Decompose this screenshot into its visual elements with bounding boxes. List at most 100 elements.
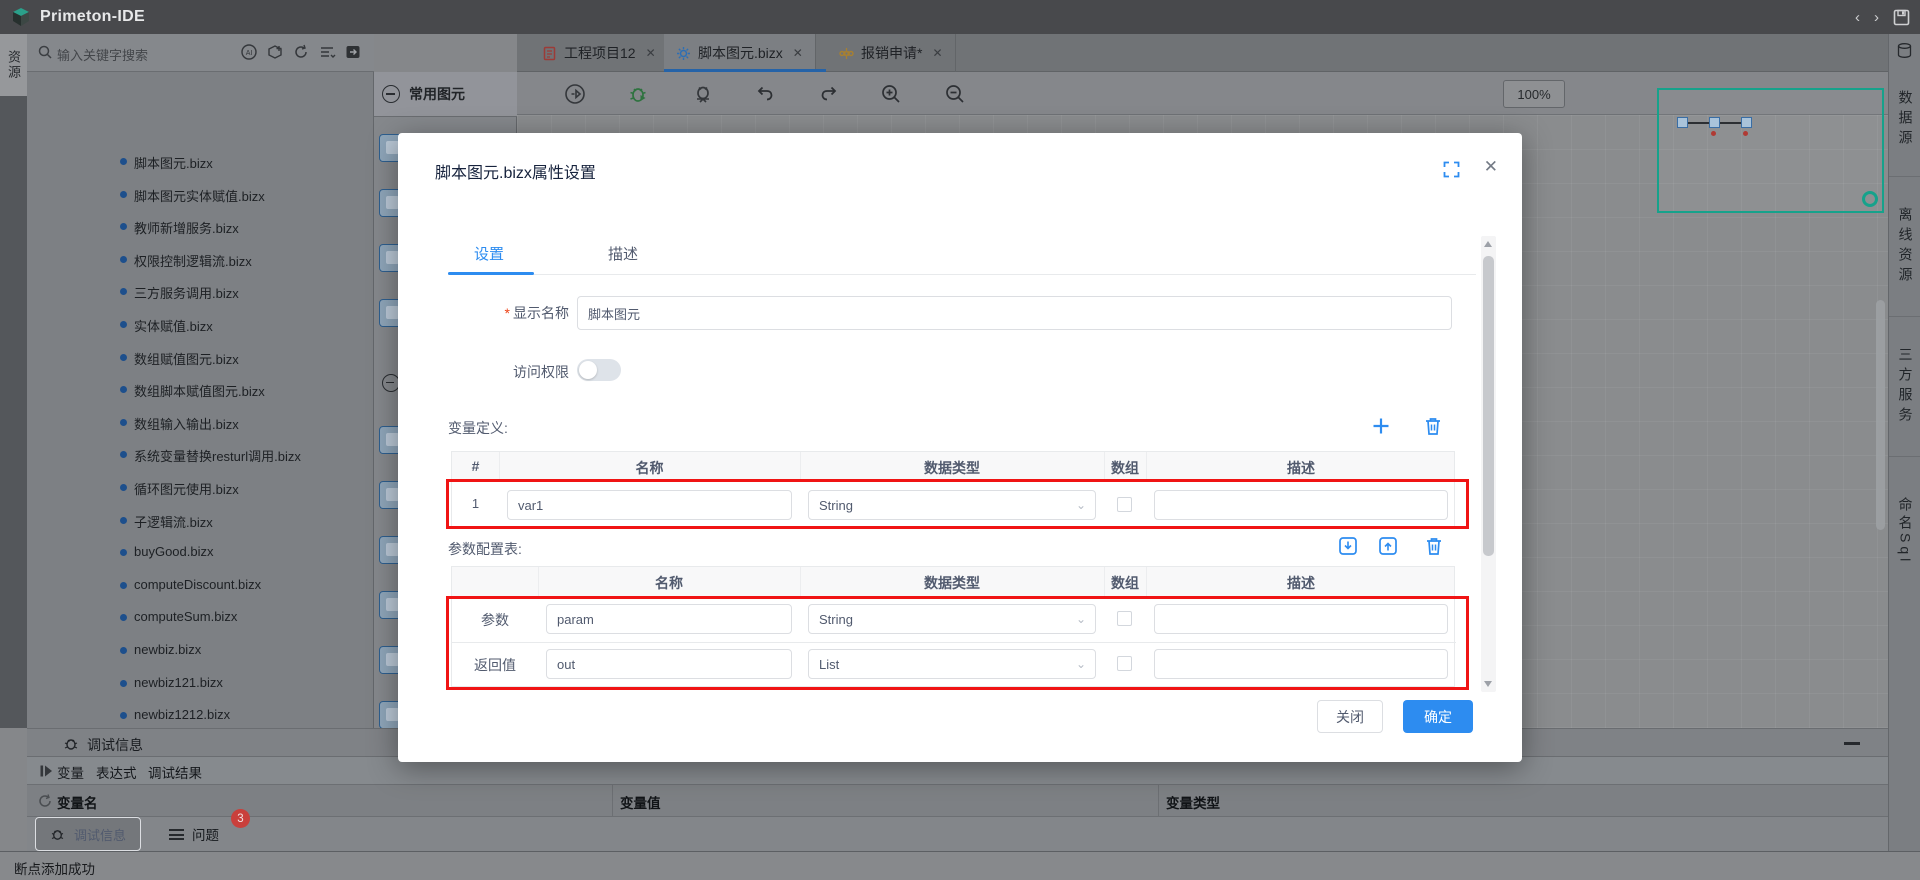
file-item[interactable]: 三方服务调用.bizx — [27, 280, 374, 302]
params-section-label: 参数配置表: — [448, 539, 522, 559]
file-item[interactable]: 循环图元使用.bizx — [27, 476, 374, 498]
file-item[interactable]: 脚本图元.bizx — [27, 150, 374, 172]
file-item[interactable]: newbiz1212.bizx — [27, 704, 374, 726]
nav-forward-button[interactable]: › — [1874, 9, 1879, 26]
export-params-button[interactable] — [1377, 535, 1399, 557]
file-item[interactable]: 数组输入输出.bizx — [27, 411, 374, 433]
new-model-icon[interactable] — [266, 43, 284, 61]
resume-icon[interactable] — [38, 763, 54, 779]
app-logo-icon — [10, 6, 32, 28]
close-icon[interactable]: ✕ — [646, 46, 656, 60]
param-array-checkbox[interactable] — [1117, 611, 1132, 626]
fullscreen-button[interactable] — [1443, 161, 1460, 178]
access-permission-label: 访问权限 — [438, 362, 569, 382]
palette-group-header[interactable]: 常用图元 — [374, 72, 517, 117]
search-input[interactable]: 输入关键字搜索 — [57, 45, 148, 64]
param-array-checkbox[interactable] — [1117, 656, 1132, 671]
debug-icon — [63, 735, 80, 752]
param-type-select[interactable]: List⌄ — [808, 649, 1096, 679]
refresh-icon[interactable] — [292, 43, 310, 61]
nav-back-button[interactable]: ‹ — [1855, 9, 1860, 26]
tab-variables[interactable]: 变量 — [57, 762, 84, 787]
param-desc-input[interactable] — [1154, 649, 1448, 679]
bullet-icon — [120, 386, 127, 393]
tab-expressions[interactable]: 表达式 — [96, 762, 137, 782]
file-item[interactable]: 数组脚本赋值图元.bizx — [27, 378, 374, 400]
import-resource-icon[interactable] — [344, 43, 362, 61]
save-button[interactable] — [1893, 9, 1910, 26]
scroll-up-button[interactable] — [1484, 241, 1492, 247]
tab-expense-request[interactable]: 报销申请*✕ — [827, 34, 956, 72]
resource-rail-tab[interactable]: 资源 — [0, 34, 27, 96]
file-item[interactable]: newbiz121.bizx — [27, 672, 374, 694]
file-item[interactable]: computeDiscount.bizx — [27, 574, 374, 596]
file-item[interactable]: 系统变量替换resturl调用.bizx — [27, 443, 374, 465]
minimap[interactable] — [1657, 88, 1884, 213]
file-item[interactable]: 子逻辑流.bizx — [27, 509, 374, 531]
dialog-close-button[interactable]: ✕ — [1484, 157, 1498, 177]
dialog-scrollbar[interactable] — [1481, 236, 1496, 692]
variable-name-input[interactable] — [507, 490, 792, 520]
param-type-select[interactable]: String⌄ — [808, 604, 1096, 634]
tab-debug-results[interactable]: 调试结果 — [148, 762, 202, 782]
variable-array-checkbox[interactable] — [1117, 497, 1132, 512]
variables-table-header-row: # 名称 数据类型 数组 描述 — [452, 452, 1454, 482]
scroll-down-button[interactable] — [1484, 681, 1492, 687]
step-debug-button[interactable] — [691, 82, 715, 106]
dialog-cancel-button[interactable]: 关闭 — [1317, 700, 1383, 733]
file-item[interactable]: 脚本图元实体赋值.bizx — [27, 183, 374, 205]
close-icon[interactable]: ✕ — [932, 46, 942, 60]
param-name-input[interactable] — [546, 649, 792, 679]
sort-list-icon[interactable] — [318, 43, 336, 61]
zoom-in-button[interactable] — [879, 82, 903, 106]
access-permission-toggle[interactable] — [577, 359, 621, 381]
rail-tab-named-sql[interactable]: 命名Sql — [1889, 456, 1920, 606]
file-item[interactable]: buyGood.bizx — [27, 541, 374, 563]
ai-assistant-icon[interactable]: AI — [240, 43, 258, 61]
file-item[interactable]: newbiz.bizx — [27, 639, 374, 661]
redo-button[interactable] — [817, 82, 841, 106]
rail-tab-offline-resource[interactable]: 离线资源 — [1889, 176, 1920, 316]
import-params-button[interactable] — [1337, 535, 1359, 557]
delete-variable-button[interactable] — [1422, 415, 1444, 437]
file-item[interactable]: 数组赋值图元.bizx — [27, 346, 374, 368]
undo-button[interactable] — [753, 82, 777, 106]
datasource-rail-icon[interactable] — [1896, 42, 1913, 59]
tab-project[interactable]: 工程项目12✕ — [530, 34, 669, 72]
variable-type-select[interactable]: String⌄ — [808, 490, 1096, 520]
gear-icon — [676, 46, 691, 61]
collapse-panel-button[interactable] — [1844, 742, 1860, 745]
scrollbar-thumb[interactable] — [1483, 256, 1494, 556]
display-name-input[interactable] — [577, 296, 1452, 330]
file-item[interactable]: 教师新增服务.bizx — [27, 215, 374, 237]
refresh-icon[interactable] — [37, 793, 53, 809]
delete-param-button[interactable] — [1423, 535, 1445, 557]
zoom-level-display[interactable]: 100% — [1503, 80, 1565, 108]
close-icon[interactable]: ✕ — [793, 46, 803, 60]
problems-count-badge: 3 — [231, 809, 250, 828]
dialog-ok-button[interactable]: 确定 — [1403, 700, 1473, 733]
file-item[interactable]: computeSum.bizx — [27, 606, 374, 628]
dialog-tab-settings[interactable]: 设置 — [474, 243, 504, 264]
row-label-cell: 参数 — [452, 610, 538, 630]
variable-desc-input[interactable] — [1154, 490, 1448, 520]
run-button[interactable] — [563, 82, 587, 106]
zoom-out-button[interactable] — [943, 82, 967, 106]
rail-tab-thirdparty-service[interactable]: 三方服务 — [1889, 316, 1920, 456]
file-item[interactable]: 权限控制逻辑流.bizx — [27, 248, 374, 270]
dialog-tab-description[interactable]: 描述 — [608, 243, 638, 264]
add-variable-button[interactable] — [1370, 415, 1392, 437]
debug-panel-title: 调试信息 — [87, 735, 143, 755]
bullet-icon — [120, 223, 127, 230]
bottom-tab-problems[interactable]: 问题 — [155, 817, 233, 851]
tab-script-bizx[interactable]: 脚本图元.bizx✕ — [664, 34, 816, 72]
debug-run-button[interactable] — [627, 82, 651, 106]
file-item[interactable]: 实体赋值.bizx — [27, 313, 374, 335]
rail-tab-datasource[interactable]: 数据源 — [1889, 64, 1920, 176]
param-desc-input[interactable] — [1154, 604, 1448, 634]
column-variable-value: 变量值 — [620, 792, 661, 812]
canvas-vertical-scrollbar[interactable] — [1876, 300, 1885, 530]
bottom-tab-debug-info[interactable]: 调试信息 — [35, 817, 141, 851]
param-name-input[interactable] — [546, 604, 792, 634]
chevron-down-icon: ⌄ — [1076, 612, 1086, 626]
